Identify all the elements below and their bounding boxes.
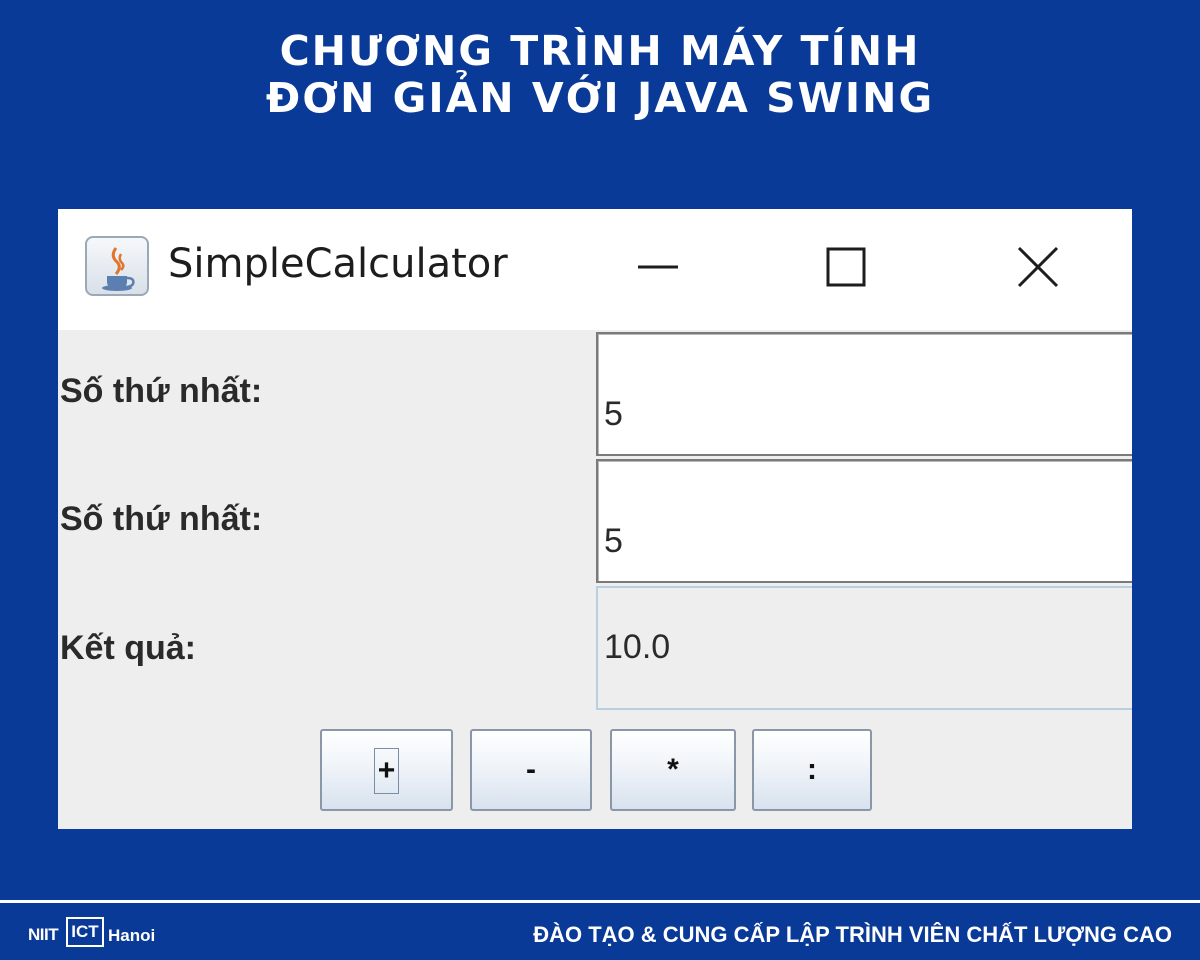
divide-button[interactable]: : xyxy=(752,729,872,811)
footer-divider xyxy=(0,900,1200,903)
headline: CHƯƠNG TRÌNH MÁY TÍNH ĐƠN GIẢN VỚI JAVA … xyxy=(0,28,1200,122)
add-button-label: + xyxy=(373,748,400,795)
logo-city-text: Hanoi xyxy=(108,926,156,945)
logo-ict-mark: ICT xyxy=(66,917,104,947)
calculator-window: SimpleCalculator Số thứ nhất: Số thứ nhấ… xyxy=(58,209,1132,829)
headline-line-1: CHƯƠNG TRÌNH MÁY TÍNH xyxy=(279,27,921,75)
second-number-label: Số thứ nhất: xyxy=(60,500,263,538)
close-button[interactable] xyxy=(998,227,1078,307)
minimize-button[interactable] xyxy=(618,227,698,307)
window-title: SimpleCalculator xyxy=(168,241,508,287)
java-icon xyxy=(85,236,149,296)
first-number-input[interactable] xyxy=(596,332,1132,456)
close-icon xyxy=(1017,246,1059,288)
title-bar[interactable]: SimpleCalculator xyxy=(58,209,1132,330)
subtract-button[interactable]: - xyxy=(470,729,592,811)
result-field: 10.0 xyxy=(596,586,1132,710)
first-number-label: Số thứ nhất: xyxy=(60,372,263,410)
maximize-button[interactable] xyxy=(806,227,886,307)
niit-ict-hanoi-logo: NIIT ICT Hanoi xyxy=(28,915,158,951)
logo-niit-text: NIIT xyxy=(28,925,59,944)
multiply-button[interactable]: * xyxy=(610,729,736,811)
footer-tagline: ĐÀO TẠO & CUNG CẤP LẬP TRÌNH VIÊN CHẤT L… xyxy=(533,922,1172,947)
add-button[interactable]: + xyxy=(320,729,453,811)
maximize-icon xyxy=(826,247,866,287)
result-label: Kết quả: xyxy=(60,629,196,667)
minimize-icon xyxy=(638,265,678,269)
second-number-input[interactable] xyxy=(596,459,1132,583)
headline-line-2: ĐƠN GIẢN VỚI JAVA SWING xyxy=(265,74,935,122)
